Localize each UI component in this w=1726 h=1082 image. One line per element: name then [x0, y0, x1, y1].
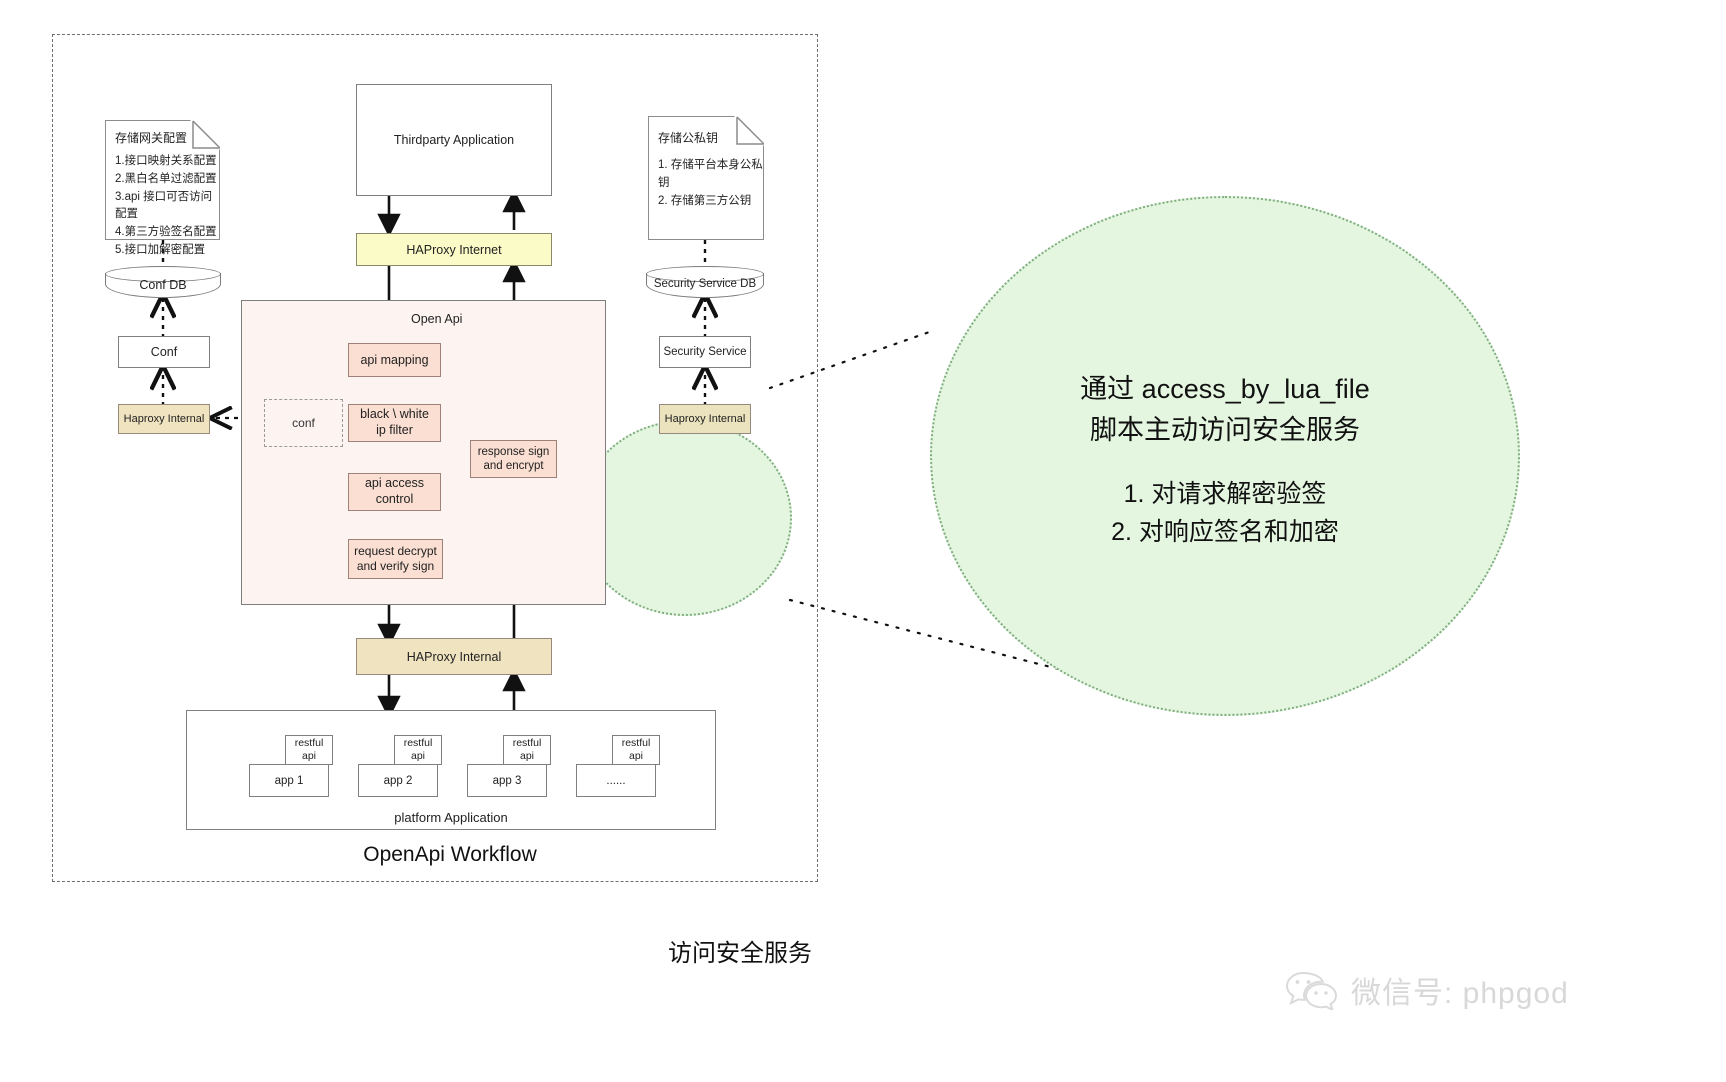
security-service-db-cylinder: Security Service DB	[646, 266, 764, 298]
black-white-ip-filter-box: black \ white ip filter	[348, 404, 441, 442]
request-decrypt-verify-box: request decrypt and verify sign	[348, 539, 443, 579]
app-box: app 1	[249, 764, 329, 797]
app-box: ......	[576, 764, 656, 797]
haproxy-internet-box: HAProxy Internet	[356, 233, 552, 266]
diagram-canvas: 存储网关配置 1.接口映射关系配置 2.黑白名单过滤配置 3.api 接口可否访…	[0, 0, 1726, 1082]
note-gateway-config: 存储网关配置 1.接口映射关系配置 2.黑白名单过滤配置 3.api 接口可否访…	[105, 119, 220, 256]
watermark: 微信号: phpgod	[1285, 968, 1569, 1012]
bottom-title: 访问安全服务	[668, 939, 812, 967]
note-line: 1.接口映射关系配置	[115, 155, 217, 167]
note-gateway-config-title: 存储网关配置	[115, 131, 188, 145]
restful-api-line-2: api	[410, 750, 425, 762]
callout-text: 通过 access_by_lua_file 脚本主动访问安全服务 1. 对请求解…	[990, 340, 1460, 580]
haproxy-internal-right-box: Haproxy Internal	[659, 404, 751, 434]
note-line: 3.api 接口可否访问配置	[115, 190, 213, 221]
restful-api-box: restful api	[612, 735, 660, 765]
request-decrypt-line-2: and verify sign	[356, 559, 435, 573]
conf-dashed-box: conf	[264, 399, 343, 447]
security-service-db-label: Security Service DB	[653, 278, 757, 290]
app-group: restful api app 1	[249, 735, 333, 797]
wechat-icon	[1285, 971, 1337, 1010]
response-sign-line-1: response sign	[477, 445, 550, 458]
app-group: restful api app 2	[358, 735, 442, 797]
restful-api-box: restful api	[503, 735, 551, 765]
app-group: restful api ......	[576, 735, 660, 797]
callout-line-1: 通过 access_by_lua_file	[1080, 374, 1370, 404]
app-box: app 3	[467, 764, 547, 797]
restful-api-line-2: api	[301, 750, 316, 762]
restful-api-line-1: restful	[621, 737, 651, 750]
callout-item-1: 1. 对请求解密验签	[1123, 480, 1327, 508]
note-line: 1. 存储平台本身公私钥	[658, 159, 763, 189]
note-keys-storage-lines: 1. 存储平台本身公私钥 2. 存储第三方公钥	[658, 157, 763, 210]
haproxy-internal-bottom-box: HAProxy Internal	[356, 638, 552, 675]
openapi-workflow-title: OpenApi Workflow	[363, 843, 537, 866]
restful-api-line-1: restful	[294, 737, 324, 750]
callout-line-2: 脚本主动访问安全服务	[1090, 414, 1360, 445]
note-line: 2. 存储第三方公钥	[658, 194, 752, 207]
request-decrypt-line-1: request decrypt	[354, 544, 437, 558]
platform-application-label: platform Application	[394, 809, 508, 825]
restful-api-line-1: restful	[512, 737, 542, 750]
watermark-text: 微信号: phpgod	[1351, 977, 1569, 1010]
haproxy-internal-left-box: Haproxy Internal	[118, 404, 210, 434]
black-white-ip-filter-line-1: black \ white	[360, 407, 429, 422]
app-group: restful api app 3	[467, 735, 551, 797]
conf-db-cylinder: Conf DB	[105, 266, 221, 298]
restful-api-box: restful api	[285, 735, 333, 765]
api-access-control-line-2: control	[375, 492, 414, 506]
response-sign-encrypt-box: response sign and encrypt	[470, 440, 557, 478]
note-gateway-config-lines: 1.接口映射关系配置 2.黑白名单过滤配置 3.api 接口可否访问配置 4.第…	[115, 153, 219, 260]
app-box: app 2	[358, 764, 438, 797]
api-mapping-box: api mapping	[348, 343, 441, 377]
note-keys-storage-title: 存储公私钥	[658, 131, 719, 145]
restful-api-line-2: api	[628, 750, 643, 762]
note-line: 4.第三方验签名配置	[115, 226, 217, 239]
api-access-control-box: api access control	[348, 473, 441, 511]
api-access-control-line-1: api access	[364, 476, 425, 491]
restful-api-line-2: api	[519, 750, 534, 762]
conf-box: Conf	[118, 336, 210, 368]
note-keys-storage: 存储公私钥 1. 存储平台本身公私钥 2. 存储第三方公钥	[648, 115, 764, 240]
note-line: 2.黑白名单过滤配置	[115, 172, 217, 185]
restful-api-box: restful api	[394, 735, 442, 765]
conf-db-label: Conf DB	[139, 278, 187, 292]
callout-item-2: 2. 对响应签名和加密	[1111, 517, 1339, 546]
note-line: 5.接口加解密配置	[115, 244, 206, 257]
black-white-ip-filter-line-2: ip filter	[376, 423, 413, 437]
response-sign-line-2: and encrypt	[483, 460, 544, 472]
open-api-region-label: Open Api	[411, 312, 463, 326]
security-service-box: Security Service	[659, 336, 751, 368]
thirdparty-application-box: Thirdparty Application	[356, 84, 552, 196]
restful-api-line-1: restful	[403, 737, 433, 750]
highlight-ellipse-small	[578, 420, 792, 616]
